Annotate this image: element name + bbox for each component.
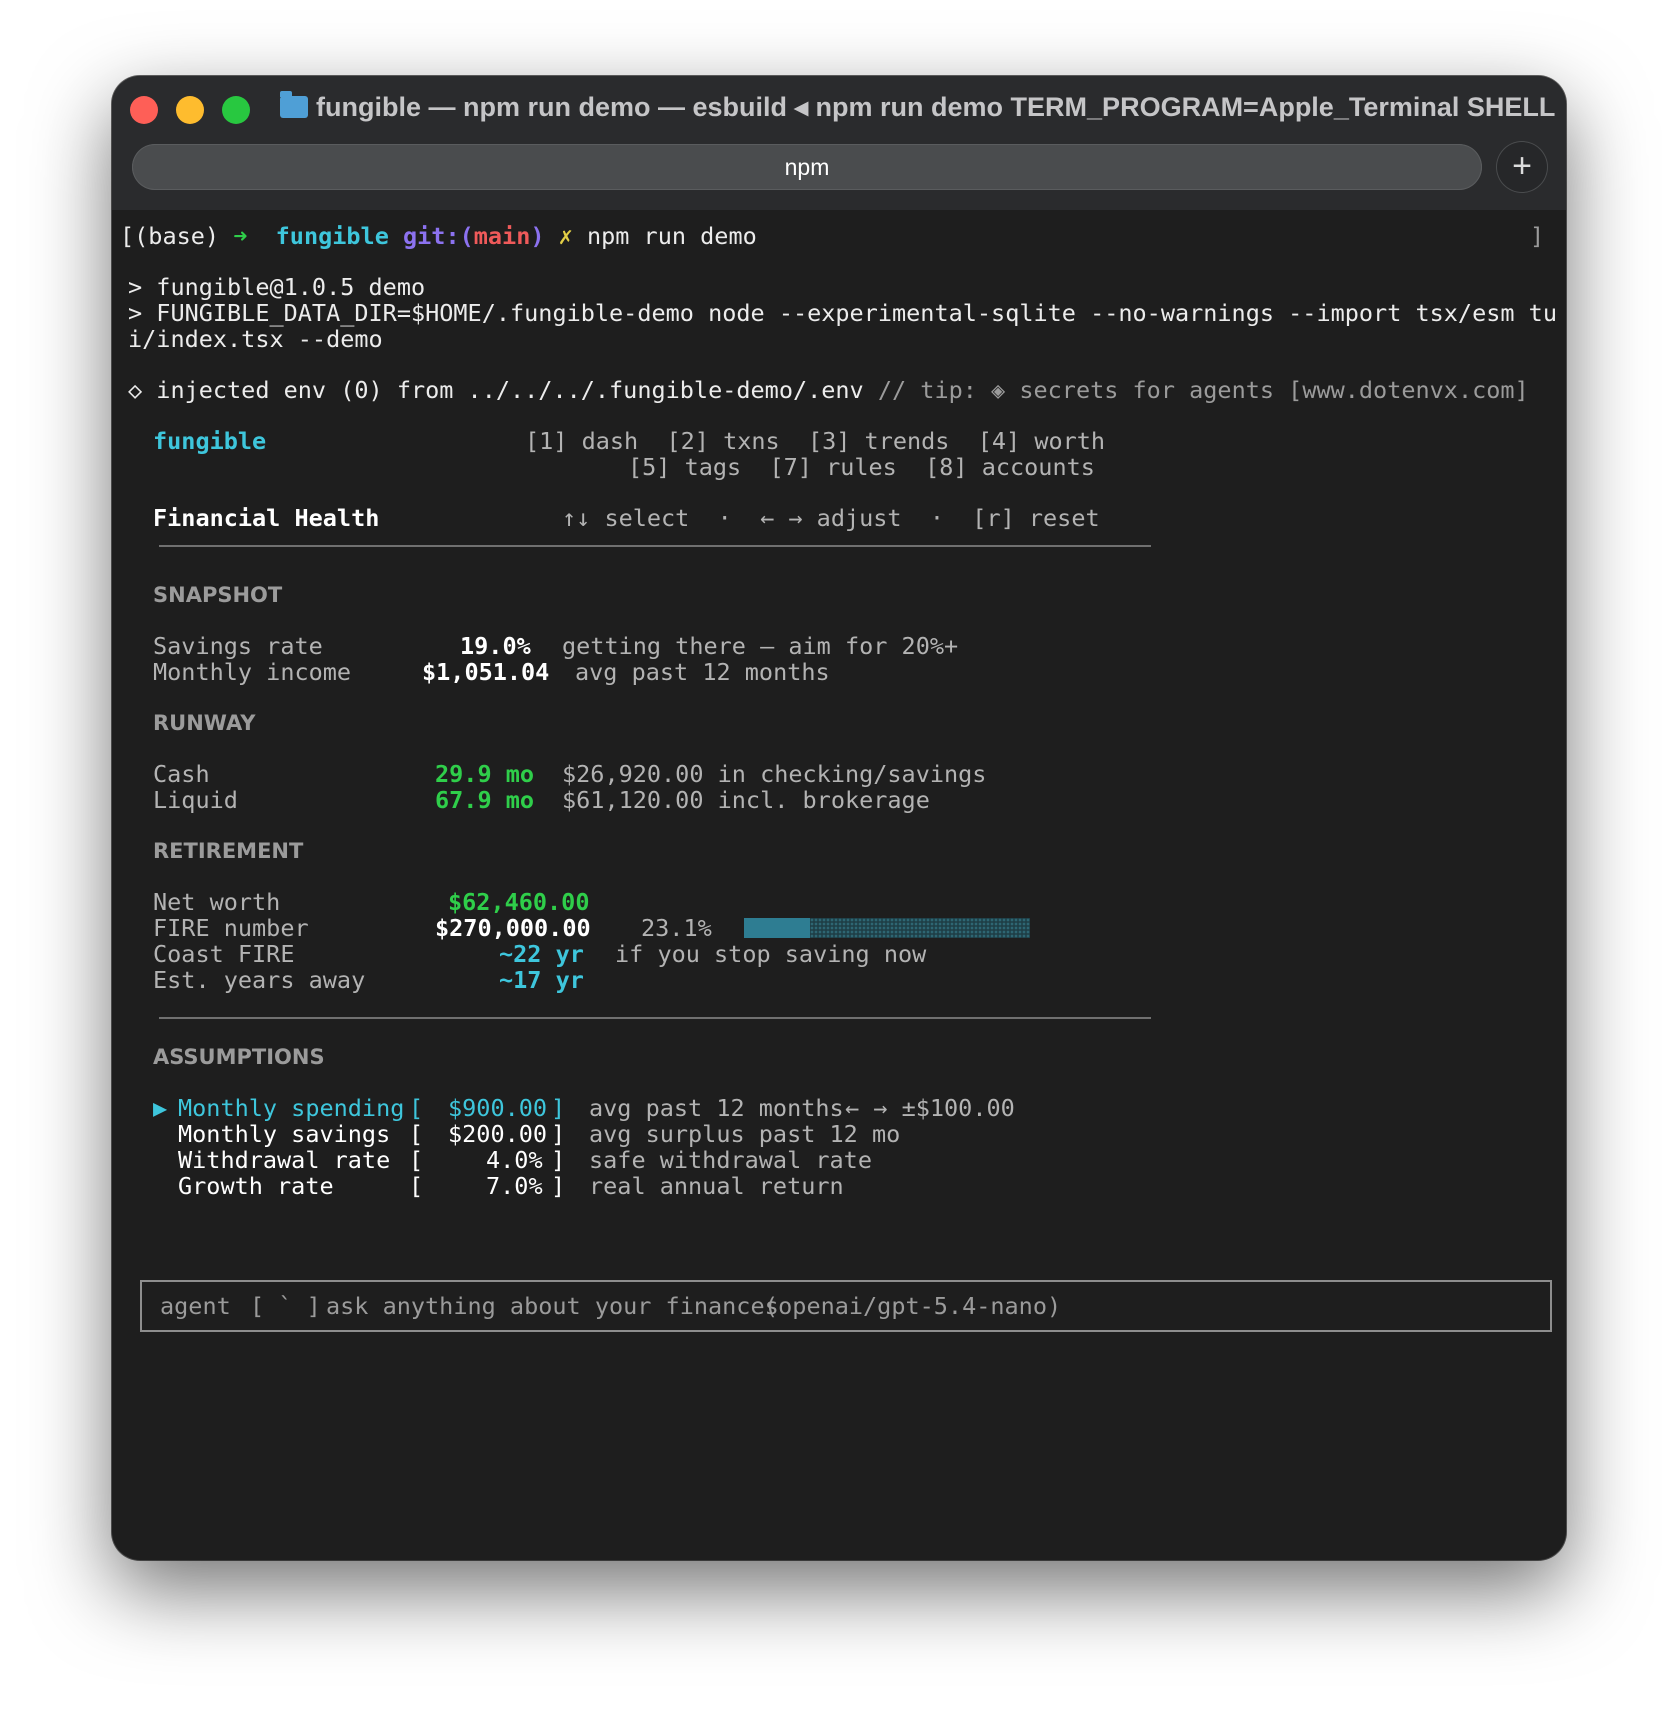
fire-progress-remaining <box>810 918 1030 938</box>
terminal-content[interactable]: [(base) ➜ fungible git:(main) ✗ npm run … <box>112 210 1566 1560</box>
runway-liquid-label: Liquid <box>153 786 238 814</box>
minimize-window-button[interactable] <box>176 96 204 124</box>
agent-placeholder: ask anything about your finances <box>326 1292 779 1320</box>
fire-number-label: FIRE number <box>153 914 309 942</box>
net-worth-label: Net worth <box>153 888 281 916</box>
prompt-arrow: ➜ <box>233 222 248 250</box>
agent-label: agent <box>160 1292 231 1320</box>
fire-progress-percent: 23.1% <box>641 914 712 942</box>
agent-model: (openai/gpt-5.4-nano) <box>764 1292 1062 1320</box>
zoom-window-button[interactable] <box>222 96 250 124</box>
npm-output-line-2: > FUNGIBLE_DATA_DIR=$HOME/.fungible-demo… <box>128 299 1557 327</box>
plus-icon: + <box>1512 147 1532 185</box>
nav-row-2[interactable]: [5] tags [7] rules [8] accounts <box>628 453 1095 481</box>
coast-fire-label: Coast FIRE <box>153 940 295 968</box>
runway-cash-note: $26,920.00 in checking/savings <box>562 760 987 788</box>
agent-shortcut-key: [ ` ] <box>250 1292 321 1320</box>
monthly-savings-value[interactable]: $200.00 <box>448 1120 547 1148</box>
fire-progress-bar <box>744 918 1030 938</box>
view-title: Financial Health <box>153 504 380 532</box>
close-window-button[interactable] <box>130 96 158 124</box>
assumptions-heading: ASSUMPTIONS <box>153 1045 325 1069</box>
dotenv-message: ◇ injected env (0) from ../../../.fungib… <box>128 376 864 404</box>
fire-progress-fill <box>744 918 810 938</box>
prompt-command: npm run demo <box>586 222 757 250</box>
runway-cash-value: 29.9 mo <box>435 760 535 788</box>
prompt-right-bracket: ] <box>1530 222 1545 250</box>
dotenv-line: ◇ injected env (0) from ../../../.fungib… <box>128 376 1529 404</box>
new-tab-button[interactable]: + <box>1496 141 1548 193</box>
runway-heading: RUNWAY <box>153 711 256 735</box>
tab-label: npm <box>784 154 830 180</box>
monthly-income-value: $1,051.04 <box>422 658 550 686</box>
window-title: fungible — npm run demo — esbuild ◂ npm … <box>316 92 1556 122</box>
coast-fire-value: ~22 yr <box>499 940 584 968</box>
app-brand: fungible <box>153 427 267 455</box>
savings-rate-note: getting there — aim for 20%+ <box>562 632 959 660</box>
assumptions-divider <box>159 1017 1151 1019</box>
growth-rate-label[interactable]: Growth rate <box>178 1172 334 1200</box>
prompt-prefix: [(base) <box>120 222 220 250</box>
growth-rate-value[interactable]: 7.0% <box>486 1172 543 1200</box>
runway-liquid-note: $61,120.00 incl. brokerage <box>562 786 930 814</box>
monthly-spending-label[interactable]: Monthly spending <box>178 1094 404 1122</box>
monthly-spending-value[interactable]: $900.00 <box>448 1094 547 1122</box>
monthly-savings-bracket-close: ] <box>551 1120 566 1148</box>
nav-row-1[interactable]: [1] dash [2] txns [3] trends [4] worth <box>525 427 1105 455</box>
shell-prompt: [(base) ➜ fungible git:(main) ✗ npm run … <box>120 222 757 250</box>
monthly-spending-adjust-hint: ← → ±$100.00 <box>845 1094 1015 1122</box>
savings-rate-label: Savings rate <box>153 632 323 660</box>
title-bar: fungible — npm run demo — esbuild ◂ npm … <box>112 76 1566 210</box>
withdrawal-rate-bracket-open: [ <box>409 1146 424 1174</box>
runway-liquid-value: 67.9 mo <box>435 786 535 814</box>
prompt-dir: fungible <box>275 222 389 250</box>
keys-hint: ↑↓ select · ← → adjust · [r] reset <box>562 504 1100 532</box>
monthly-spending-note: avg past 12 months <box>589 1094 844 1122</box>
git-branch: main <box>473 222 531 250</box>
monthly-spending-bracket-open: [ <box>409 1094 424 1122</box>
fire-number-value: $270,000.00 <box>435 914 591 942</box>
agent-input-box[interactable]: agent [ ` ] ask anything about your fina… <box>140 1280 1552 1332</box>
monthly-income-label: Monthly income <box>153 658 352 686</box>
snapshot-heading: SNAPSHOT <box>153 583 283 607</box>
monthly-savings-bracket-open: [ <box>409 1120 424 1148</box>
monthly-spending-bracket-close: ] <box>551 1094 566 1122</box>
growth-rate-note: real annual return <box>589 1172 844 1200</box>
npm-output-line-1: > fungible@1.0.5 demo <box>128 273 426 301</box>
tab-npm[interactable]: npm <box>132 144 1482 190</box>
growth-rate-bracket-close: ] <box>551 1172 566 1200</box>
git-suffix: ) <box>530 222 545 250</box>
header-divider <box>159 545 1151 547</box>
monthly-savings-label[interactable]: Monthly savings <box>178 1120 390 1148</box>
retirement-heading: RETIREMENT <box>153 839 304 863</box>
coast-fire-note: if you stop saving now <box>615 940 927 968</box>
withdrawal-rate-value[interactable]: 4.0% <box>486 1146 543 1174</box>
dotenv-tip: // tip: ◈ secrets for agents [www.dotenv… <box>863 376 1529 404</box>
withdrawal-rate-label[interactable]: Withdrawal rate <box>178 1146 390 1174</box>
growth-rate-bracket-open: [ <box>409 1172 424 1200</box>
monthly-savings-note: avg surplus past 12 mo <box>589 1120 901 1148</box>
runway-cash-label: Cash <box>153 760 210 788</box>
git-prefix: git:( <box>403 222 474 250</box>
terminal-window: fungible — npm run demo — esbuild ◂ npm … <box>112 76 1566 1560</box>
withdrawal-rate-note: safe withdrawal rate <box>589 1146 872 1174</box>
years-away-label: Est. years away <box>153 966 366 994</box>
net-worth-value: $62,460.00 <box>448 888 590 916</box>
selected-row-marker: ▶ <box>153 1094 168 1122</box>
dirty-mark: ✗ <box>558 222 573 250</box>
savings-rate-value: 19.0% <box>460 632 531 660</box>
monthly-income-note: avg past 12 months <box>575 658 830 686</box>
npm-output-line-3: i/index.tsx --demo <box>128 325 383 353</box>
folder-icon <box>280 91 308 118</box>
years-away-value: ~17 yr <box>499 966 584 994</box>
withdrawal-rate-bracket-close: ] <box>551 1146 566 1174</box>
